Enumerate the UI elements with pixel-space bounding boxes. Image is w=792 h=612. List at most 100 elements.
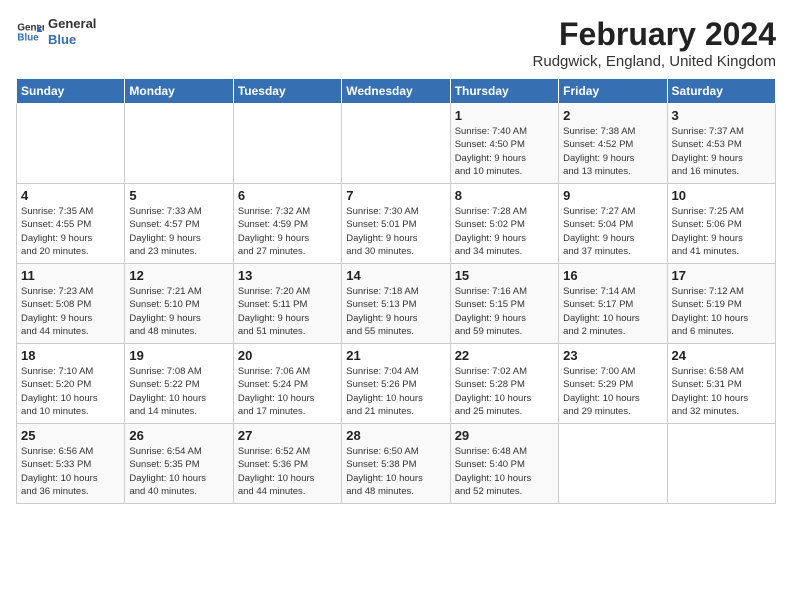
day-info: Sunrise: 7:14 AM Sunset: 5:17 PM Dayligh… bbox=[563, 285, 662, 338]
calendar-cell: 5Sunrise: 7:33 AM Sunset: 4:57 PM Daylig… bbox=[125, 184, 233, 264]
day-number: 24 bbox=[672, 348, 771, 363]
day-number: 29 bbox=[455, 428, 554, 443]
calendar-cell: 19 Sunrise: 7:08 AM Sunset: 5:22 PM Dayli… bbox=[125, 344, 233, 424]
day-number: 28 bbox=[346, 428, 445, 443]
calendar-cell: 20 Sunrise: 7:06 AM Sunset: 5:24 PM Dayli… bbox=[233, 344, 341, 424]
day-info: Sunrise: 6:50 AM Sunset: 5:38 PM Dayligh… bbox=[346, 445, 445, 498]
calendar-cell: 23 Sunrise: 7:00 AM Sunset: 5:29 PM Dayli… bbox=[559, 344, 667, 424]
day-number: 20 bbox=[238, 348, 337, 363]
calendar-cell: 10 Sunrise: 7:25 AM Sunset: 5:06 PM Dayli… bbox=[667, 184, 775, 264]
day-number: 27 bbox=[238, 428, 337, 443]
calendar-table: SundayMondayTuesdayWednesdayThursdayFrid… bbox=[16, 78, 776, 504]
day-number: 15 bbox=[455, 268, 554, 283]
day-info: Sunrise: 7:06 AM Sunset: 5:24 PM Dayligh… bbox=[238, 365, 337, 418]
day-info: Sunrise: 7:08 AM Sunset: 5:22 PM Dayligh… bbox=[129, 365, 228, 418]
calendar-cell bbox=[125, 104, 233, 184]
day-header-wednesday: Wednesday bbox=[342, 79, 450, 104]
day-info: Sunrise: 7:28 AM Sunset: 5:02 PM Dayligh… bbox=[455, 205, 554, 258]
calendar-header-row: SundayMondayTuesdayWednesdayThursdayFrid… bbox=[17, 79, 776, 104]
day-info: Sunrise: 6:54 AM Sunset: 5:35 PM Dayligh… bbox=[129, 445, 228, 498]
day-number: 6 bbox=[238, 188, 337, 203]
calendar-cell bbox=[233, 104, 341, 184]
day-info: Sunrise: 7:12 AM Sunset: 5:19 PM Dayligh… bbox=[672, 285, 771, 338]
day-number: 8 bbox=[455, 188, 554, 203]
calendar-cell: 27Sunrise: 6:52 AM Sunset: 5:36 PM Dayli… bbox=[233, 424, 341, 504]
calendar-cell: 26 Sunrise: 6:54 AM Sunset: 5:35 PM Dayli… bbox=[125, 424, 233, 504]
calendar-cell: 16 Sunrise: 7:14 AM Sunset: 5:17 PM Dayli… bbox=[559, 264, 667, 344]
calendar-cell: 15Sunrise: 7:16 AM Sunset: 5:15 PM Dayli… bbox=[450, 264, 558, 344]
calendar-cell bbox=[667, 424, 775, 504]
calendar-week-row: 18Sunrise: 7:10 AM Sunset: 5:20 PM Dayli… bbox=[17, 344, 776, 424]
day-number: 25 bbox=[21, 428, 120, 443]
day-number: 17 bbox=[672, 268, 771, 283]
day-info: Sunrise: 7:02 AM Sunset: 5:28 PM Dayligh… bbox=[455, 365, 554, 418]
day-number: 12 bbox=[129, 268, 228, 283]
day-number: 11 bbox=[21, 268, 120, 283]
day-info: Sunrise: 7:27 AM Sunset: 5:04 PM Dayligh… bbox=[563, 205, 662, 258]
svg-text:Blue: Blue bbox=[17, 32, 39, 43]
calendar-cell: 12 Sunrise: 7:21 AM Sunset: 5:10 PM Dayli… bbox=[125, 264, 233, 344]
day-info: Sunrise: 7:25 AM Sunset: 5:06 PM Dayligh… bbox=[672, 205, 771, 258]
day-number: 3 bbox=[672, 108, 771, 123]
page-header: General Blue General Blue February 2024 … bbox=[16, 16, 776, 70]
calendar-title: February 2024 bbox=[533, 16, 776, 53]
calendar-week-row: 25 Sunrise: 6:56 AM Sunset: 5:33 PM Dayli… bbox=[17, 424, 776, 504]
day-number: 10 bbox=[672, 188, 771, 203]
day-info: Sunrise: 7:21 AM Sunset: 5:10 PM Dayligh… bbox=[129, 285, 228, 338]
day-info: Sunrise: 7:10 AM Sunset: 5:20 PM Dayligh… bbox=[21, 365, 120, 418]
day-info: Sunrise: 7:00 AM Sunset: 5:29 PM Dayligh… bbox=[563, 365, 662, 418]
logo-line1: General bbox=[48, 16, 96, 32]
day-info: Sunrise: 7:38 AM Sunset: 4:52 PM Dayligh… bbox=[563, 125, 662, 178]
calendar-cell: 3Sunrise: 7:37 AM Sunset: 4:53 PM Daylig… bbox=[667, 104, 775, 184]
day-info: Sunrise: 6:58 AM Sunset: 5:31 PM Dayligh… bbox=[672, 365, 771, 418]
day-number: 16 bbox=[563, 268, 662, 283]
day-number: 4 bbox=[21, 188, 120, 203]
day-header-saturday: Saturday bbox=[667, 79, 775, 104]
calendar-cell: 9 Sunrise: 7:27 AM Sunset: 5:04 PM Daylig… bbox=[559, 184, 667, 264]
calendar-cell: 28 Sunrise: 6:50 AM Sunset: 5:38 PM Dayli… bbox=[342, 424, 450, 504]
calendar-cell bbox=[17, 104, 125, 184]
calendar-subtitle: Rudgwick, England, United Kingdom bbox=[533, 53, 776, 70]
day-header-tuesday: Tuesday bbox=[233, 79, 341, 104]
calendar-week-row: 1 Sunrise: 7:40 AM Sunset: 4:50 PM Daylig… bbox=[17, 104, 776, 184]
day-info: Sunrise: 7:23 AM Sunset: 5:08 PM Dayligh… bbox=[21, 285, 120, 338]
day-info: Sunrise: 6:56 AM Sunset: 5:33 PM Dayligh… bbox=[21, 445, 120, 498]
day-info: Sunrise: 7:18 AM Sunset: 5:13 PM Dayligh… bbox=[346, 285, 445, 338]
day-info: Sunrise: 7:32 AM Sunset: 4:59 PM Dayligh… bbox=[238, 205, 337, 258]
day-info: Sunrise: 6:48 AM Sunset: 5:40 PM Dayligh… bbox=[455, 445, 554, 498]
day-header-monday: Monday bbox=[125, 79, 233, 104]
calendar-title-block: February 2024 Rudgwick, England, United … bbox=[533, 16, 776, 70]
day-info: Sunrise: 7:30 AM Sunset: 5:01 PM Dayligh… bbox=[346, 205, 445, 258]
day-info: Sunrise: 7:40 AM Sunset: 4:50 PM Dayligh… bbox=[455, 125, 554, 178]
day-number: 26 bbox=[129, 428, 228, 443]
calendar-cell bbox=[342, 104, 450, 184]
logo: General Blue General Blue bbox=[16, 16, 96, 47]
calendar-cell: 24 Sunrise: 6:58 AM Sunset: 5:31 PM Dayli… bbox=[667, 344, 775, 424]
calendar-cell: 4 Sunrise: 7:35 AM Sunset: 4:55 PM Daylig… bbox=[17, 184, 125, 264]
day-number: 23 bbox=[563, 348, 662, 363]
day-number: 1 bbox=[455, 108, 554, 123]
calendar-cell: 22 Sunrise: 7:02 AM Sunset: 5:28 PM Dayli… bbox=[450, 344, 558, 424]
calendar-cell: 1 Sunrise: 7:40 AM Sunset: 4:50 PM Daylig… bbox=[450, 104, 558, 184]
day-info: Sunrise: 7:35 AM Sunset: 4:55 PM Dayligh… bbox=[21, 205, 120, 258]
calendar-week-row: 11 Sunrise: 7:23 AM Sunset: 5:08 PM Dayli… bbox=[17, 264, 776, 344]
day-header-friday: Friday bbox=[559, 79, 667, 104]
logo-icon: General Blue bbox=[16, 18, 44, 46]
day-number: 21 bbox=[346, 348, 445, 363]
calendar-cell: 6 Sunrise: 7:32 AM Sunset: 4:59 PM Daylig… bbox=[233, 184, 341, 264]
day-number: 13 bbox=[238, 268, 337, 283]
day-number: 19 bbox=[129, 348, 228, 363]
calendar-cell: 21Sunrise: 7:04 AM Sunset: 5:26 PM Dayli… bbox=[342, 344, 450, 424]
day-number: 5 bbox=[129, 188, 228, 203]
calendar-cell: 8 Sunrise: 7:28 AM Sunset: 5:02 PM Daylig… bbox=[450, 184, 558, 264]
calendar-cell bbox=[559, 424, 667, 504]
calendar-cell: 13Sunrise: 7:20 AM Sunset: 5:11 PM Dayli… bbox=[233, 264, 341, 344]
calendar-cell: 7Sunrise: 7:30 AM Sunset: 5:01 PM Daylig… bbox=[342, 184, 450, 264]
day-number: 9 bbox=[563, 188, 662, 203]
day-number: 22 bbox=[455, 348, 554, 363]
calendar-cell: 29 Sunrise: 6:48 AM Sunset: 5:40 PM Dayli… bbox=[450, 424, 558, 504]
calendar-cell: 25 Sunrise: 6:56 AM Sunset: 5:33 PM Dayli… bbox=[17, 424, 125, 504]
calendar-cell: 18Sunrise: 7:10 AM Sunset: 5:20 PM Dayli… bbox=[17, 344, 125, 424]
day-number: 14 bbox=[346, 268, 445, 283]
calendar-cell: 11 Sunrise: 7:23 AM Sunset: 5:08 PM Dayli… bbox=[17, 264, 125, 344]
